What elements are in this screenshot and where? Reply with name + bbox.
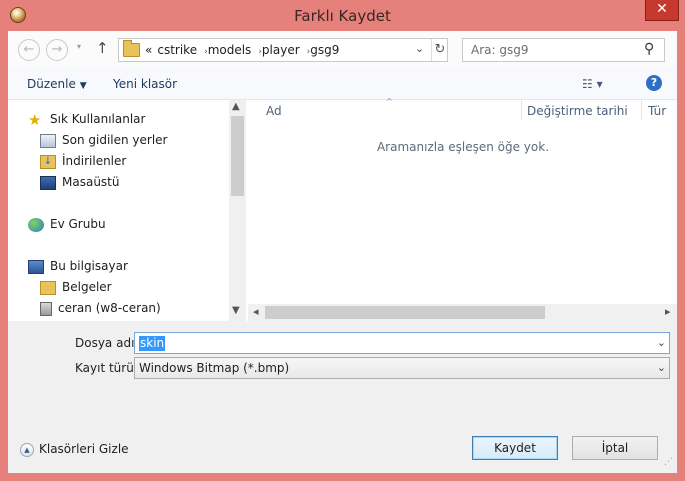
organize-menu[interactable]: Düzenle ▼ <box>27 77 87 91</box>
sidebar-item-network-drive[interactable]: ceran (w8-ceran) <box>40 298 161 318</box>
sidebar-item-this-pc[interactable]: Bu bilgisayar <box>28 256 128 276</box>
scroll-left-icon[interactable]: ◂ <box>253 305 259 318</box>
sidebar-item-homegroup[interactable]: Ev Grubu <box>28 214 106 234</box>
star-icon: ★ <box>28 110 42 129</box>
column-header-type[interactable]: Tür <box>648 100 666 122</box>
filetype-value: Windows Bitmap (*.bmp) <box>139 361 290 375</box>
navigation-pane-scrollbar[interactable]: ▲ ▼ <box>229 100 246 321</box>
sidebar-item-downloads[interactable]: ↓ İndirilenler <box>40 151 126 171</box>
search-icon[interactable]: ⚲ <box>644 41 654 57</box>
breadcrumb: «cstrike ›models ›player ›gsg9 <box>145 43 339 57</box>
file-list-horizontal-scrollbar[interactable]: ◂ ▸ <box>248 304 677 321</box>
chevron-down-icon[interactable]: ⌄ <box>657 336 666 349</box>
dialog-client: ← → ▾ ↑ «cstrike ›models ›player ›gsg9 ⌄ ↻ … <box>8 31 677 473</box>
back-button[interactable]: ← <box>18 39 40 61</box>
column-divider[interactable] <box>641 100 642 120</box>
navigation-pane: ★ Sık Kullanılanlar Son gidilen yerler ↓ İ… <box>8 100 246 321</box>
hide-folders-button[interactable]: ▲ Klasörleri Gizle <box>20 442 129 457</box>
save-form: Dosya adı: skin ⌄ Kayıt türü: Windows Bi… <box>8 321 677 473</box>
sidebar-item-label: Sık Kullanılanlar <box>50 112 146 126</box>
breadcrumb-player[interactable]: player <box>262 43 300 57</box>
refresh-button[interactable]: ↻ <box>431 39 448 61</box>
caret-down-icon: ▼ <box>79 81 87 91</box>
organize-label: Düzenle <box>27 77 76 91</box>
help-icon[interactable]: ? <box>646 75 662 91</box>
sidebar-item-label: Masaüstü <box>62 175 120 189</box>
cancel-button[interactable]: İptal <box>572 436 658 460</box>
filetype-select[interactable]: Windows Bitmap (*.bmp) ⌄ <box>134 357 670 379</box>
documents-folder-icon <box>40 280 56 295</box>
up-folder-button[interactable]: ↑ <box>96 39 109 57</box>
filename-input[interactable]: skin ⌄ <box>134 332 670 354</box>
sidebar-item-label: İndirilenler <box>62 154 127 168</box>
new-folder-button[interactable]: Yeni klasör <box>113 77 177 91</box>
close-button[interactable]: ✕ <box>645 0 679 21</box>
sidebar-item-label: Son gidilen yerler <box>62 133 168 147</box>
recent-locations-dropdown[interactable]: ▾ <box>77 42 81 51</box>
sidebar-item-label: Ev Grubu <box>50 217 106 231</box>
hide-folders-label: Klasörleri Gizle <box>39 442 129 456</box>
filename-value[interactable]: skin <box>139 336 166 351</box>
scroll-down-icon[interactable]: ▼ <box>232 305 240 316</box>
empty-list-message: Aramanızla eşleşen öğe yok. <box>376 140 550 154</box>
recent-places-icon <box>40 133 56 148</box>
chevron-down-icon[interactable]: ⌄ <box>657 361 666 374</box>
command-toolbar: Düzenle ▼ Yeni klasör ☷ ▾ ? <box>8 67 677 100</box>
sort-ascending-icon: ^ <box>386 97 393 106</box>
network-drive-icon <box>40 301 52 316</box>
collapse-up-icon: ▲ <box>20 442 34 457</box>
desktop-icon <box>40 175 56 190</box>
sidebar-item-recent-places[interactable]: Son gidilen yerler <box>40 130 168 150</box>
search-input[interactable]: Ara: gsg9 <box>471 43 528 57</box>
window-title: Farklı Kaydet <box>294 7 391 25</box>
breadcrumb-cstrike[interactable]: cstrike <box>157 43 197 57</box>
scrollbar-thumb[interactable] <box>231 116 244 196</box>
sidebar-item-desktop[interactable]: Masaüstü <box>40 172 119 192</box>
sidebar-item-favorites[interactable]: ★ Sık Kullanılanlar <box>28 109 145 129</box>
save-button[interactable]: Kaydet <box>472 436 558 460</box>
dialog-window: Farklı Kaydet ✕ ← → ▾ ↑ «cstrike ›models ›… <box>0 0 685 481</box>
address-bar[interactable]: «cstrike ›models ›player ›gsg9 ⌄ ↻ <box>118 38 448 62</box>
title-bar[interactable]: Farklı Kaydet ✕ <box>0 0 685 31</box>
scroll-right-icon[interactable]: ▸ <box>665 305 671 318</box>
downloads-folder-icon: ↓ <box>40 154 56 169</box>
file-list: ^ Ad Değiştirme tarihi Tür Aramanızla eş… <box>248 97 677 321</box>
resize-grip-icon[interactable]: ⋰ <box>664 458 674 470</box>
breadcrumb-gsg9[interactable]: gsg9 <box>310 43 339 57</box>
breadcrumb-models[interactable]: models <box>208 43 252 57</box>
breadcrumb-overflow[interactable]: « <box>145 43 152 57</box>
folder-icon <box>123 40 140 57</box>
scroll-up-icon[interactable]: ▲ <box>232 101 240 112</box>
sidebar-item-label: Bu bilgisayar <box>50 259 128 273</box>
column-header-name[interactable]: Ad <box>266 100 282 122</box>
forward-button[interactable]: → <box>46 39 68 61</box>
sidebar-item-documents[interactable]: Belgeler <box>40 277 112 297</box>
sidebar-item-label: ceran (w8-ceran) <box>58 301 161 315</box>
chevron-down-icon[interactable]: ⌄ <box>415 42 424 55</box>
column-divider[interactable] <box>521 100 522 120</box>
computer-icon <box>28 259 44 274</box>
search-box[interactable]: Ara: gsg9 ⚲ <box>462 38 665 62</box>
view-options-button[interactable]: ☷ ▾ <box>582 77 603 91</box>
filename-label: Dosya adı: <box>75 336 139 350</box>
filetype-label: Kayıt türü: <box>75 361 138 375</box>
navigation-bar: ← → ▾ ↑ «cstrike ›models ›player ›gsg9 ⌄ ↻ … <box>8 31 677 67</box>
scrollbar-thumb[interactable] <box>265 306 545 319</box>
column-header-modified[interactable]: Değiştirme tarihi <box>527 100 628 122</box>
homegroup-icon <box>28 217 44 232</box>
sidebar-item-label: Belgeler <box>62 280 112 294</box>
